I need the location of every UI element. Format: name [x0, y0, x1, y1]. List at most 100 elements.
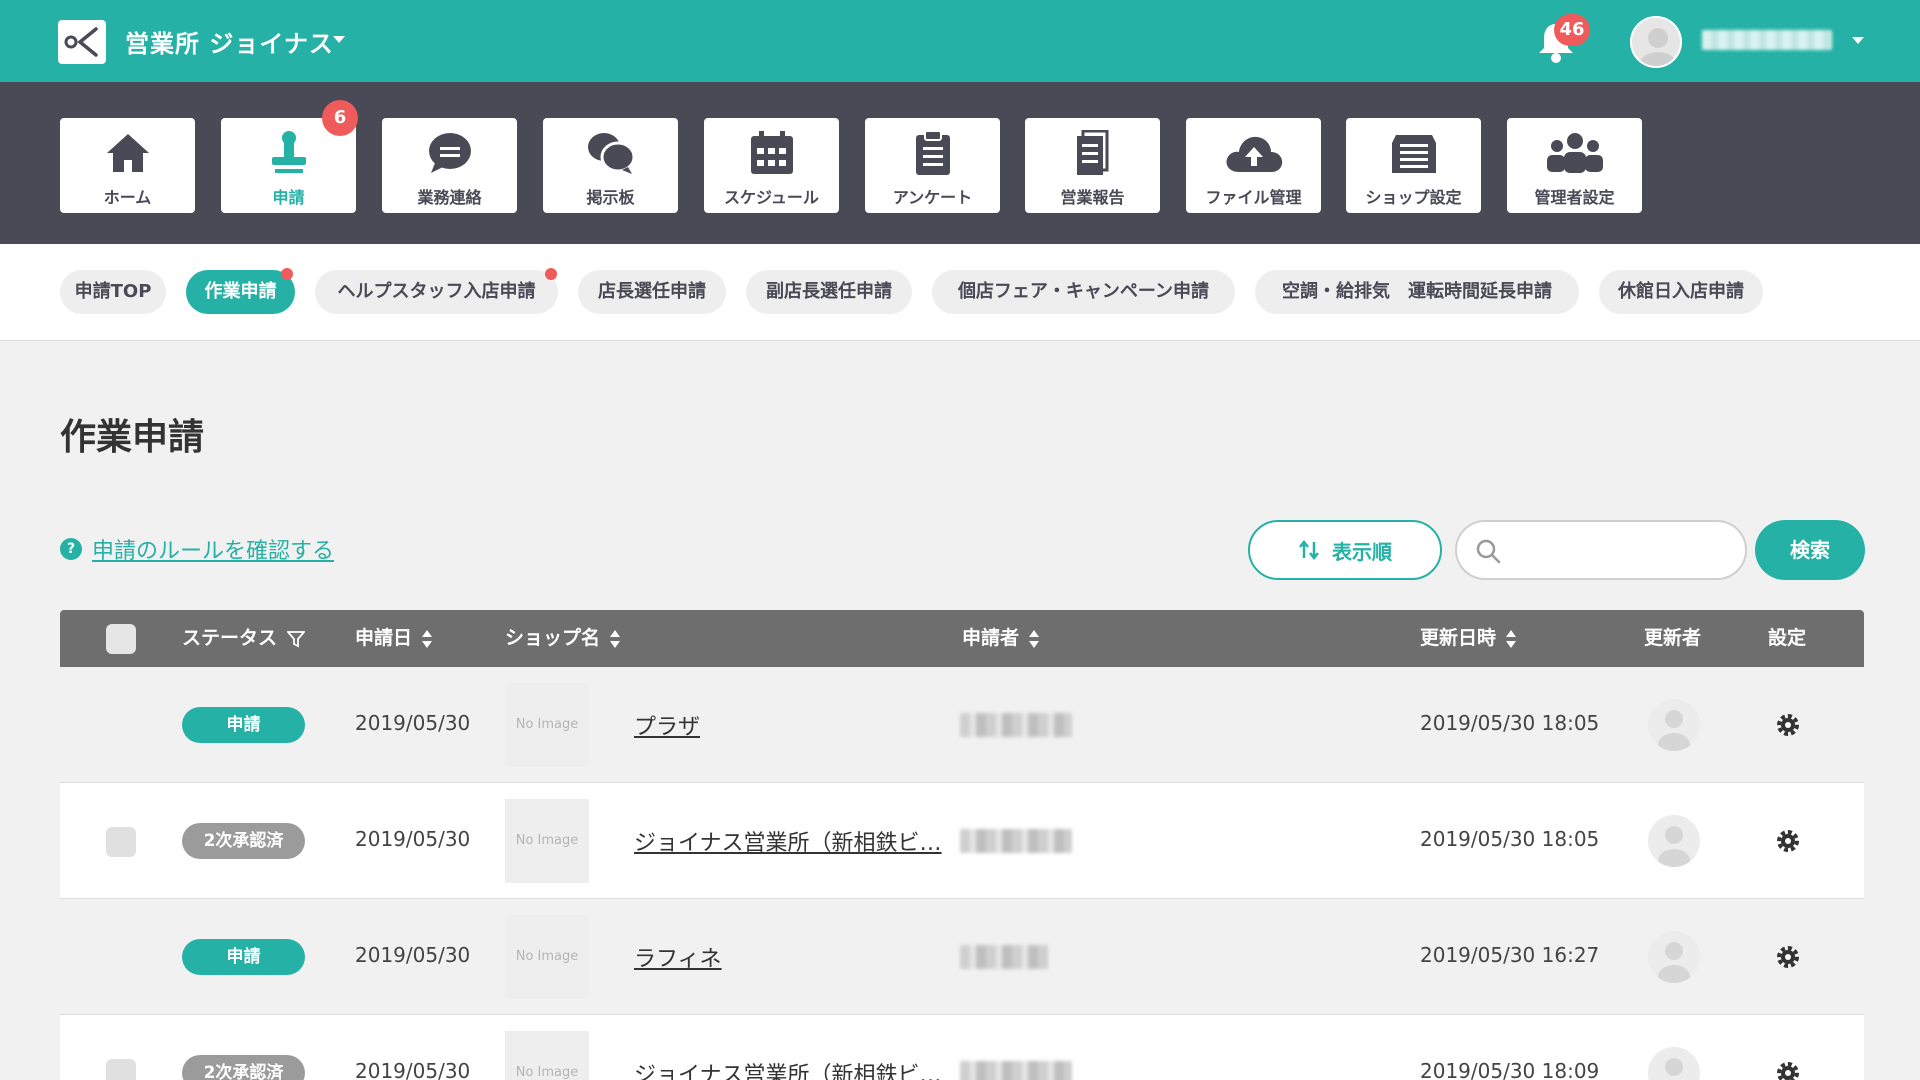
filter-icon[interactable] [287, 630, 306, 648]
sort-order-button[interactable]: 表示順 [1248, 520, 1442, 580]
app-file-management[interactable]: ファイル管理 [1186, 118, 1321, 213]
sort-icon[interactable] [610, 629, 621, 649]
row-checkbox[interactable] [106, 1059, 136, 1080]
app-badge: 6 [322, 100, 358, 136]
updater-avatar [1648, 699, 1700, 751]
updated-at: 2019/05/30 18:05 [1420, 711, 1600, 735]
shop-thumbnail: No Image [505, 683, 589, 767]
table-row[interactable]: 申請 2019/05/30 No Image ラフィネ 2019/05/30 1… [60, 899, 1864, 1015]
search-button[interactable]: 検索 [1755, 520, 1865, 580]
app-label: アンケート [892, 188, 973, 207]
logo[interactable] [58, 20, 106, 64]
column-label: 設定 [1768, 627, 1807, 649]
user-name-blurred[interactable] [1702, 30, 1832, 50]
column-updater: 更新者 [1644, 610, 1701, 667]
sort-order-label: 表示順 [1332, 539, 1392, 564]
app-home[interactable]: ホーム [60, 118, 195, 213]
shop-name-link[interactable]: ジョイナス営業所（新相鉄ビ… [634, 1057, 942, 1080]
person-icon [1665, 1058, 1683, 1076]
tab-deputy-manager-application[interactable]: 副店長選任申請 [746, 270, 912, 314]
column-label: 更新者 [1644, 627, 1702, 649]
table-row[interactable]: 2次承認済 2019/05/30 No Image ジョイナス営業所（新相鉄ビ…… [60, 783, 1864, 899]
column-label: ステータス [182, 627, 278, 649]
sort-icon[interactable] [422, 629, 433, 649]
gear-icon[interactable] [1774, 827, 1802, 855]
sort-icon[interactable] [1029, 629, 1040, 649]
home-icon [106, 134, 149, 172]
row-checkbox[interactable] [106, 827, 136, 857]
gear-icon[interactable] [1774, 711, 1802, 739]
app-application[interactable]: 申請 6 [221, 100, 358, 213]
column-label: 申請日 [355, 627, 413, 649]
shop-name-link[interactable]: ジョイナス営業所（新相鉄ビ… [634, 825, 942, 857]
column-applicant[interactable]: 申請者 [962, 610, 1040, 667]
document-icon [1076, 130, 1108, 175]
updater-avatar [1648, 931, 1700, 983]
search-box[interactable] [1455, 520, 1747, 580]
search-input[interactable] [1513, 534, 1733, 568]
applicant-name-blurred [960, 1061, 1072, 1080]
status-badge: 2次承認済 [182, 823, 305, 859]
shop-name-link[interactable]: プラザ [634, 709, 700, 741]
app-survey[interactable]: アンケート [865, 118, 1000, 213]
search-icon [1476, 539, 1501, 564]
shop-thumbnail: No Image [505, 799, 589, 883]
updated-at: 2019/05/30 16:27 [1420, 943, 1600, 967]
bulletin-board-icon [587, 133, 635, 174]
top-bar: 営業所 ジョイナス 46 [0, 0, 1920, 82]
app-admin-settings[interactable]: 管理者設定 [1507, 118, 1642, 213]
rules-link[interactable]: 申請のルールを確認する [92, 533, 334, 565]
sort-arrows-icon [1299, 540, 1319, 560]
clipboard-icon [915, 130, 950, 175]
tab-store-manager-application[interactable]: 店長選任申請 [578, 270, 726, 314]
gear-icon[interactable] [1774, 1059, 1802, 1080]
app-label: 管理者設定 [1534, 188, 1615, 207]
app-label: スケジュール [724, 188, 819, 207]
tab-work-application[interactable]: 作業申請 [186, 270, 295, 314]
app-business-contact[interactable]: 業務連絡 [382, 118, 517, 213]
person-icon [1658, 826, 1690, 867]
user-dropdown-caret-icon[interactable] [1852, 37, 1864, 44]
updated-at: 2019/05/30 18:09 [1420, 1059, 1600, 1080]
tab-closed-day-application[interactable]: 休館日入店申請 [1599, 270, 1763, 314]
person-icon [1658, 710, 1690, 751]
shop-name-link[interactable]: ラフィネ [634, 941, 722, 973]
table-row[interactable]: 申請 2019/05/30 No Image プラザ 2019/05/30 18… [60, 667, 1864, 783]
notification-count-badge: 46 [1554, 14, 1590, 46]
app-schedule[interactable]: スケジュール [704, 118, 839, 213]
applicant-name-blurred [960, 713, 1072, 737]
org-dropdown-caret-icon[interactable] [333, 36, 345, 43]
updater-avatar [1648, 1047, 1700, 1080]
shop-icon [1391, 135, 1436, 173]
user-avatar[interactable] [1630, 16, 1682, 68]
app-shop-settings[interactable]: ショップ設定 [1346, 118, 1481, 213]
tab-application-top[interactable]: 申請TOP [60, 270, 166, 314]
updated-at: 2019/05/30 18:05 [1420, 827, 1600, 851]
person-icon [1640, 28, 1676, 66]
tab-fair-campaign-application[interactable]: 個店フェア・キャンペーン申請 [932, 270, 1235, 314]
select-all-checkbox[interactable] [106, 624, 136, 654]
help-rules[interactable]: ? 申請のルールを確認する [60, 534, 334, 564]
column-updated-at[interactable]: 更新日時 [1420, 610, 1517, 667]
tab-notification-dot [281, 268, 293, 280]
column-application-date[interactable]: 申請日 [355, 610, 433, 667]
chat-bubble-icon [428, 133, 471, 173]
status-badge: 申請 [182, 707, 305, 743]
sub-tabs: 申請TOP 作業申請 ヘルプスタッフ入店申請 店長選任申請 副店長選任申請 個店… [0, 244, 1920, 341]
sort-icon[interactable] [1506, 629, 1517, 649]
org-name[interactable]: 営業所 ジョイナス [125, 24, 334, 59]
tab-help-staff-application[interactable]: ヘルプスタッフ入店申請 [315, 270, 558, 314]
table-row[interactable]: 2次承認済 2019/05/30 No Image ジョイナス営業所（新相鉄ビ…… [60, 1015, 1864, 1080]
column-status[interactable]: ステータス [182, 610, 306, 667]
stamp-icon [271, 131, 306, 173]
app-label: 業務連絡 [417, 188, 482, 207]
column-shop-name[interactable]: ショップ名 [505, 610, 621, 667]
gear-icon[interactable] [1774, 943, 1802, 971]
tab-hvac-extension-application[interactable]: 空調・給排気 運転時間延長申請 [1255, 270, 1579, 314]
app-sales-report[interactable]: 営業報告 [1025, 118, 1160, 213]
page-title: 作業申請 [60, 417, 205, 458]
app-bulletin-board[interactable]: 掲示板 [543, 118, 678, 213]
application-date: 2019/05/30 [355, 1059, 471, 1080]
person-icon [1658, 942, 1690, 983]
app-label: ホーム [103, 188, 152, 207]
